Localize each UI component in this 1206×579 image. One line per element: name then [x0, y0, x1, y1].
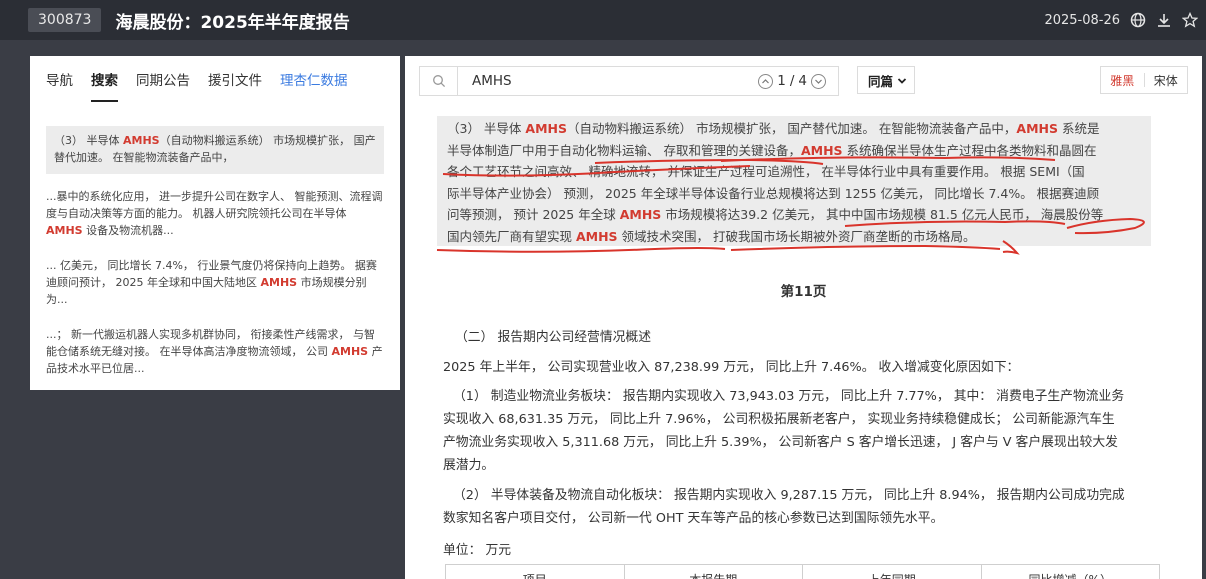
- text-segment: 系统是: [1057, 121, 1100, 136]
- font-option-songti[interactable]: 宋体: [1145, 72, 1188, 89]
- unit-label: 单位： 万元: [443, 543, 512, 558]
- table-header-cell: 项目: [446, 565, 625, 579]
- search-box: 1/4: [419, 66, 839, 96]
- chevron-down-icon: [897, 73, 907, 88]
- table-header-cell: 本报告期: [625, 565, 803, 579]
- scope-select[interactable]: 同篇: [857, 66, 915, 94]
- paragraph: 数家知名客户项目交付， 公司新一代 OHT 天车等产品的核心参数已达到国际领先水…: [443, 511, 944, 526]
- star-icon[interactable]: [1181, 11, 1199, 28]
- text-segment: 际半导体产业协会） 预测， 2025 年全球半导体设备行业总规模将达到 1255…: [447, 185, 1100, 201]
- section-title: （二） 报告期内公司经营情况概述: [455, 330, 652, 345]
- search-hit: AMHS: [525, 121, 567, 136]
- document-title: 海晨股份：2025年半年度报告: [115, 12, 350, 33]
- globe-icon[interactable]: [1130, 12, 1146, 28]
- paragraph: 产物流业务实现收入 5,311.68 万元， 同比上升 5.39%， 公司新客户…: [443, 435, 1118, 450]
- text-segment: 国内领先厂商有望实现: [447, 228, 576, 244]
- search-result-item[interactable]: ... 亿美元， 同比增长 7.4%， 行业景气度仍将保持向上趋势。 据赛迪顾问…: [46, 251, 384, 320]
- download-icon[interactable]: [1156, 12, 1172, 28]
- table-header: 项目 本报告期 上年同期 同比增减（%）: [445, 564, 1160, 579]
- search-hit: AMHS: [1016, 121, 1058, 136]
- paragraph-line: 半导体制造厂中用于自动化物料运输、 存取和管理的关键设备，AMHS 系统确保半导…: [447, 140, 1141, 162]
- previous-match-icon[interactable]: [758, 73, 774, 89]
- text-segment: 问等预测， 预计 2025 年全球: [447, 207, 620, 222]
- stock-code-badge: 300873: [28, 8, 102, 32]
- table-header-cell: 同比增减（%）: [982, 565, 1160, 579]
- font-option-yahei[interactable]: 雅黑: [1101, 72, 1144, 89]
- search-result-item[interactable]: ...； 新一代搬运机器人实现多机群协同， 衔接柔性产线需求， 与智能仓储系统无…: [46, 320, 384, 389]
- search-hit: AMHS: [619, 207, 662, 222]
- pen-underline: [436, 247, 726, 253]
- text-segment: （自动物料搬运系统） 市场规模扩张， 国产替代加速。 在智能物流装备产品中，: [566, 121, 1017, 136]
- paragraph: 展潜力。: [443, 458, 495, 473]
- search-hit: AMHS: [575, 228, 618, 244]
- tab-search[interactable]: 搜索: [91, 56, 118, 102]
- side-tabs: 导航 搜索 同期公告 援引文件 理杏仁数据: [30, 56, 400, 102]
- paragraph-line: 各个工艺环节之间高效、 精确地流转， 并保证生产过程可追溯性， 在半导体行业中具…: [447, 161, 1141, 183]
- tab-cited-files[interactable]: 援引文件: [208, 56, 262, 102]
- search-hit: AMHS: [800, 142, 843, 158]
- match-total: 4: [798, 73, 807, 89]
- text-segment: 半导体制造厂中用于自动化物料运输、 存取和管理的关键设备，: [447, 142, 801, 158]
- tab-lixinger-data[interactable]: 理杏仁数据: [280, 56, 348, 102]
- page-number: 第11页: [780, 284, 827, 300]
- search-results: （3） 半导体 AMHS（自动物料搬运系统） 市场规模扩张， 国产替代加速。 在…: [30, 102, 400, 389]
- text-segment: 系统确保半导体生产过程中各类物料和晶圆在: [842, 142, 1097, 158]
- paragraph-line: 问等预测， 预计 2025 年全球 AMHS 市场规模将达39.2 亿美元， 其…: [447, 204, 1141, 226]
- paragraph-line: （3） 半导体 AMHS（自动物料搬运系统） 市场规模扩张， 国产替代加速。 在…: [447, 118, 1141, 140]
- search-pager: 1/4: [758, 67, 826, 95]
- paragraph: （2） 半导体装备及物流自动化板块： 报告期内实现收入 9,287.15 万元，…: [453, 488, 1125, 503]
- search-icon[interactable]: [420, 67, 458, 95]
- search-input[interactable]: [472, 73, 702, 89]
- match-current: 1: [777, 73, 786, 89]
- paragraph: 2025 年上半年， 公司实现营业收入 87,238.99 万元， 同比上升 7…: [443, 360, 1020, 375]
- text-segment: （3） 半导体: [447, 121, 526, 136]
- next-match-icon[interactable]: [811, 73, 826, 89]
- font-switch: 雅黑 宋体: [1100, 66, 1188, 94]
- text-segment: 领域技术突围， 打破我国市场长期被外资厂商垄断的市场格局。: [617, 228, 976, 244]
- text-segment: 各个工艺环节之间高效、 精确地流转， 并保证生产过程可追溯性， 在半导体行业中具…: [447, 164, 1085, 179]
- tab-same-period-announcements[interactable]: 同期公告: [136, 56, 190, 102]
- document-viewer: 1/4 同篇 雅黑 宋体 （3） 半导体 AMHS（自动物料搬运系统） 市场规模…: [405, 56, 1202, 579]
- search-toolbar: 1/4 同篇 雅黑 宋体: [405, 56, 1202, 106]
- paragraph-line: 际半导体产业协会） 预测， 2025 年全球半导体设备行业总规模将达到 1255…: [447, 183, 1141, 205]
- tab-navigation[interactable]: 导航: [46, 56, 73, 102]
- paragraph: 实现收入 68,631.35 万元， 同比上升 7.96%， 公司积极拓展新老客…: [443, 412, 1115, 427]
- top-bar: 300873 海晨股份：2025年半年度报告 2025-08-26: [0, 0, 1206, 40]
- paragraph: （1） 制造业物流业务板块： 报告期内实现收入 73,943.03 万元， 同比…: [453, 389, 1125, 404]
- side-panel: 导航 搜索 同期公告 援引文件 理杏仁数据 （3） 半导体 AMHS（自动物料搬…: [30, 56, 400, 390]
- text-segment: 市场规模将达39.2 亿美元， 其中中国市场规模 81.5 亿元人民币， 海晨股…: [661, 207, 1104, 222]
- search-result-item[interactable]: ...暴中的系统化应用， 进一步提升公司在数字人、 智能预测、流程调度与自动决策…: [46, 182, 384, 251]
- highlighted-paragraph: （3） 半导体 AMHS（自动物料搬运系统） 市场规模扩张， 国产替代加速。 在…: [437, 116, 1151, 246]
- paragraph-line: 国内领先厂商有望实现 AMHS 领域技术突围， 打破我国市场长期被外资厂商垄断的…: [447, 226, 1141, 248]
- table-header-cell: 上年同期: [803, 565, 982, 579]
- search-result-item[interactable]: （3） 半导体 AMHS（自动物料搬运系统） 市场规模扩张， 国产替代加速。 在…: [46, 126, 384, 174]
- top-right-tools: 2025-08-26: [1044, 0, 1199, 40]
- publish-date: 2025-08-26: [1044, 12, 1120, 28]
